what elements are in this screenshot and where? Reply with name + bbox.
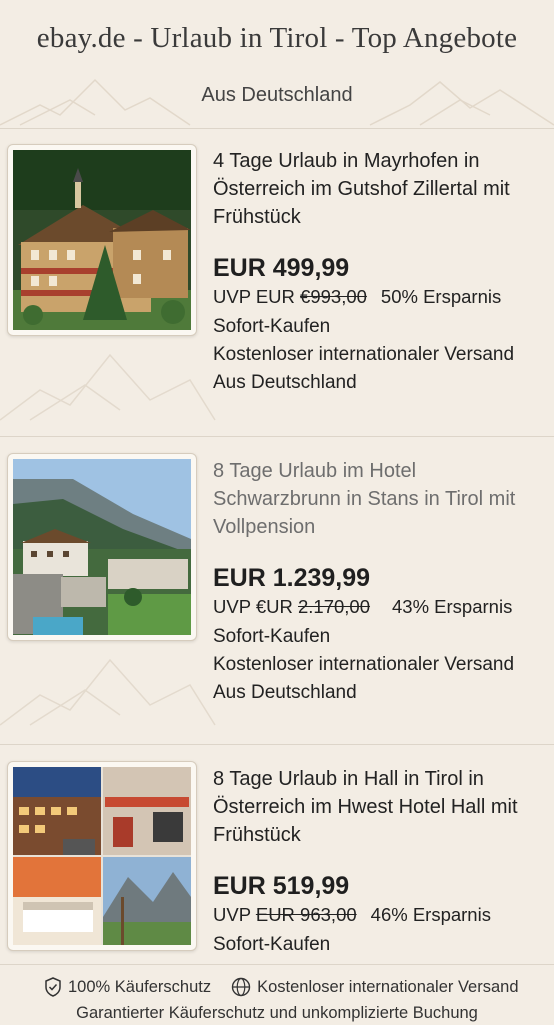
savings-label: 43% Ersparnis bbox=[392, 596, 513, 617]
free-shipping-label: Kostenloser internationaler Versand bbox=[257, 977, 519, 996]
shipping-info: Kostenloser internationaler Versand bbox=[213, 654, 515, 675]
page-header: ebay.de - Urlaub in Tirol - Top Angebote… bbox=[0, 0, 554, 129]
listing-price: EUR 499,99 bbox=[213, 254, 350, 282]
listing-title[interactable]: 8 Tage Urlaub in Hall in Tirol in Österr… bbox=[213, 765, 540, 849]
savings-label: 46% Ersparnis bbox=[370, 904, 491, 925]
listing-item[interactable]: 4 Tage Urlaub in Mayrhofen in Österreich… bbox=[0, 129, 554, 437]
page-title: ebay.de - Urlaub in Tirol - Top Angebote bbox=[36, 22, 518, 54]
listing-item[interactable]: 8 Tage Urlaub im Hotel Schwarzbrunn in S… bbox=[0, 437, 554, 745]
listing-title[interactable]: 8 Tage Urlaub im Hotel Schwarzbrunn in S… bbox=[213, 457, 540, 541]
listing-price: EUR 1.239,99 bbox=[213, 564, 371, 592]
listing-uvp: UVP EUR 963,00 46% Ersparnis bbox=[213, 901, 540, 929]
buy-type: Sofort-Kaufen bbox=[213, 316, 331, 337]
uvp-label: UVP EUR bbox=[213, 286, 301, 307]
origin-info: Aus Deutschland bbox=[213, 682, 357, 703]
buyer-protection-label: 100% Käuferschutz bbox=[68, 977, 212, 996]
listing-uvp: UVP €UR 2.170,00 43% Ersparnis bbox=[213, 593, 540, 621]
globe-icon bbox=[231, 977, 251, 997]
footer-tagline: Garantierter Käuferschutz und unkomplizi… bbox=[76, 1004, 478, 1022]
listing-price: EUR 519,99 bbox=[213, 872, 350, 900]
chalet-hotel-image[interactable] bbox=[7, 144, 197, 336]
uvp-old-price: €993,00 bbox=[300, 286, 367, 307]
buy-type: Sofort-Kaufen bbox=[213, 934, 331, 955]
shipping-info: Kostenloser internationaler Versand bbox=[213, 344, 515, 365]
valley-hotel-image[interactable] bbox=[7, 453, 197, 641]
origin-info: Aus Deutschland bbox=[213, 372, 357, 393]
trust-footer: 100% Käuferschutz Kostenloser internatio… bbox=[0, 964, 554, 1025]
savings-label: 50% Ersparnis bbox=[380, 286, 502, 307]
shield-check-icon bbox=[45, 977, 61, 997]
uvp-label: UVP €UR bbox=[213, 596, 298, 617]
free-shipping: Kostenloser internationaler Versand bbox=[231, 977, 519, 997]
listing-uvp: UVP EUR €993,00 50% Ersparnis bbox=[213, 283, 540, 311]
uvp-label: UVP bbox=[213, 904, 256, 925]
uvp-old-price: EUR 963,00 bbox=[255, 904, 357, 925]
page-subtitle: Aus Deutschland bbox=[201, 84, 353, 106]
uvp-old-price: 2.170,00 bbox=[298, 596, 371, 617]
listing-title[interactable]: 4 Tage Urlaub in Mayrhofen in Österreich… bbox=[213, 147, 540, 231]
buyer-protection: 100% Käuferschutz bbox=[44, 977, 211, 997]
buy-type: Sofort-Kaufen bbox=[213, 626, 331, 647]
hotel-collage-image[interactable] bbox=[7, 761, 197, 951]
